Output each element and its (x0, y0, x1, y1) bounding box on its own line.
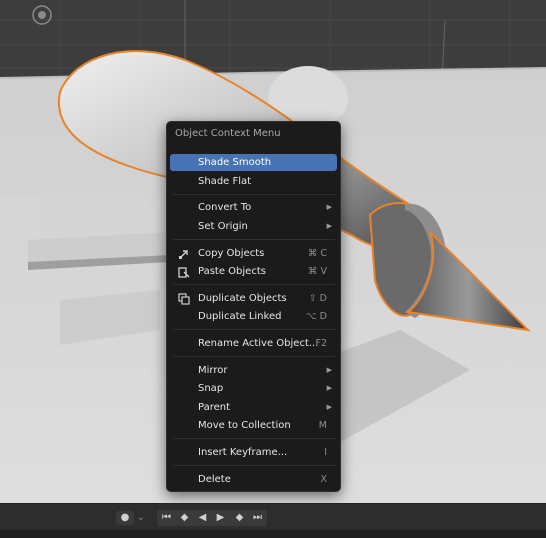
menu-separator (173, 356, 335, 357)
duplicate-icon (178, 293, 190, 305)
submenu-arrow-icon: ▶ (326, 222, 332, 230)
play-icon[interactable]: ▶ (213, 511, 228, 525)
paste-icon (178, 267, 190, 278)
object-context-menu: Object Context Menu Shade Smooth Shade F… (166, 121, 341, 492)
record-options-chevron-icon[interactable]: ⌄ (134, 511, 148, 525)
submenu-arrow-icon: ▶ (326, 366, 332, 374)
copy-icon (179, 250, 188, 259)
menu-separator (173, 284, 335, 285)
jump-start-icon[interactable]: ⏮ (159, 511, 174, 525)
submenu-arrow-icon: ▶ (326, 384, 332, 392)
play-reverse-icon[interactable]: ◀ (195, 511, 210, 525)
menu-item-paste-objects[interactable]: Paste Objects ⌘ V (170, 263, 337, 280)
menu-title: Object Context Menu (175, 128, 281, 139)
menu-item-delete[interactable]: Delete X (170, 471, 337, 488)
menu-item-snap[interactable]: Snap ▶ (170, 380, 337, 397)
menu-item-convert-to[interactable]: Convert To ▶ (170, 199, 337, 216)
submenu-arrow-icon: ▶ (326, 403, 332, 411)
menu-item-set-origin[interactable]: Set Origin ▶ (170, 218, 337, 235)
menu-item-move-to-collection[interactable]: Move to Collection M (170, 417, 337, 434)
menu-separator (173, 438, 335, 439)
jump-end-icon[interactable]: ⏭ (250, 511, 265, 525)
menu-item-shade-smooth[interactable]: Shade Smooth (170, 154, 337, 171)
menu-item-duplicate-objects[interactable]: Duplicate Objects ⇧ D (170, 290, 337, 307)
menu-separator (173, 329, 335, 330)
menu-separator (173, 239, 335, 240)
menu-item-rename-active-object[interactable]: Rename Active Object... F2 (170, 335, 337, 352)
menu-item-copy-objects[interactable]: Copy Objects ⌘ C (170, 245, 337, 262)
menu-item-mirror[interactable]: Mirror ▶ (170, 362, 337, 379)
record-icon[interactable]: ● (116, 511, 134, 525)
menu-separator (173, 194, 335, 195)
submenu-arrow-icon: ▶ (326, 203, 332, 211)
menu-item-parent[interactable]: Parent ▶ (170, 399, 337, 416)
timeline-ruler[interactable] (0, 530, 546, 538)
menu-item-shade-flat[interactable]: Shade Flat (170, 173, 337, 190)
menu-item-duplicate-linked[interactable]: Duplicate Linked ⌥ D (170, 308, 337, 325)
prev-keyframe-icon[interactable]: ◆ (176, 511, 193, 525)
next-keyframe-icon[interactable]: ◆ (231, 511, 248, 525)
menu-item-insert-keyframe[interactable]: Insert Keyframe... I (170, 444, 337, 461)
menu-separator (173, 465, 335, 466)
playback-controls: ● ⌄ ⏮ ◆ ◀ ▶ ◆ ⏭ (0, 503, 546, 531)
